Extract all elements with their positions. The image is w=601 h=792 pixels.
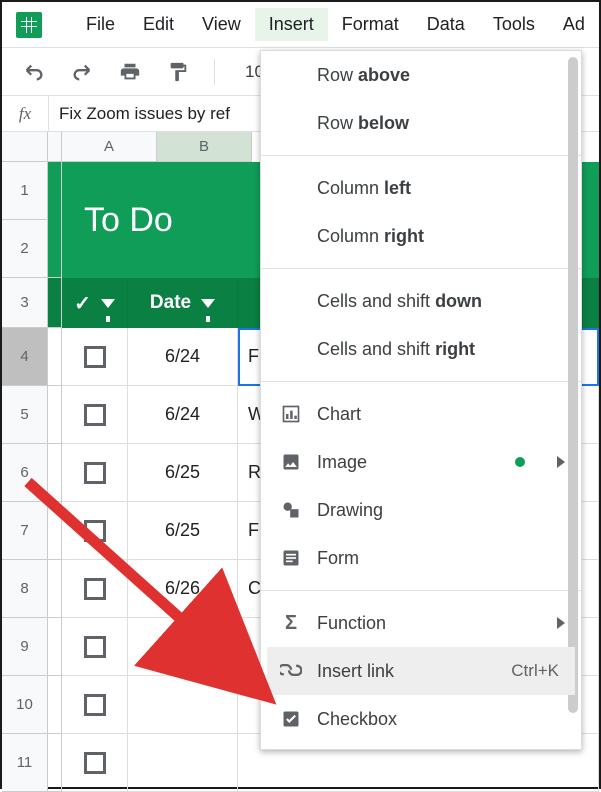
label: Cells and shift down: [317, 291, 482, 312]
checkbox-cell[interactable]: [62, 386, 128, 444]
label: Column left: [317, 178, 411, 199]
checkbox-icon[interactable]: [84, 346, 106, 368]
menu-insert[interactable]: Insert: [255, 8, 328, 41]
row-header-10[interactable]: 10: [2, 676, 48, 734]
checkbox-cell[interactable]: [62, 676, 128, 734]
image-icon: [279, 450, 303, 474]
checkbox-cell[interactable]: [62, 560, 128, 618]
drawing-icon: [279, 498, 303, 522]
sigma-icon: Σ: [279, 611, 303, 635]
checkbox-icon: [279, 707, 303, 731]
menu-image[interactable]: Image: [261, 438, 581, 486]
menu-insert-link[interactable]: Insert link Ctrl+K: [267, 647, 575, 695]
checkbox-cell[interactable]: [62, 444, 128, 502]
col-header-b[interactable]: B: [157, 132, 252, 162]
select-all-corner[interactable]: [2, 132, 48, 162]
new-feature-dot-icon: [515, 457, 525, 467]
label: Column right: [317, 226, 424, 247]
date-cell[interactable]: [128, 676, 238, 734]
checkbox-cell[interactable]: [62, 502, 128, 560]
chart-icon: [279, 402, 303, 426]
print-icon[interactable]: [118, 60, 142, 84]
label: Row above: [317, 65, 410, 86]
menu-row-below[interactable]: Row below: [261, 99, 581, 147]
row-header-6[interactable]: 6: [2, 444, 48, 502]
checkbox-icon[interactable]: [84, 520, 106, 542]
row-header-11[interactable]: 11: [2, 734, 48, 792]
checkbox-icon[interactable]: [84, 404, 106, 426]
label: Checkbox: [317, 709, 397, 730]
menu-cells-down[interactable]: Cells and shift down: [261, 277, 581, 325]
checkbox-icon[interactable]: [84, 636, 106, 658]
menu-chart[interactable]: Chart: [261, 390, 581, 438]
shortcut-label: Ctrl+K: [511, 661, 559, 681]
menu-drawing[interactable]: Drawing: [261, 486, 581, 534]
paint-format-icon[interactable]: [166, 60, 190, 84]
menu-format[interactable]: Format: [328, 8, 413, 41]
menu-checkbox[interactable]: Checkbox: [261, 695, 581, 743]
undo-icon[interactable]: [22, 60, 46, 84]
label: Drawing: [317, 500, 383, 521]
submenu-arrow-icon: [557, 617, 565, 629]
date-cell[interactable]: [128, 618, 238, 676]
checkbox-cell[interactable]: [62, 734, 128, 792]
menu-function[interactable]: Σ Function: [261, 599, 581, 647]
checkbox-icon[interactable]: [84, 752, 106, 774]
redo-icon[interactable]: [70, 60, 94, 84]
menu-edit[interactable]: Edit: [129, 8, 188, 41]
menu-file[interactable]: File: [72, 8, 129, 41]
label: Chart: [317, 404, 361, 425]
submenu-arrow-icon: [557, 456, 565, 468]
col-header-a[interactable]: A: [62, 132, 157, 162]
insert-menu-dropdown: Row above Row below Column left Column r…: [260, 50, 582, 750]
date-cell[interactable]: 6/24: [128, 386, 238, 444]
row-header-5[interactable]: 5: [2, 386, 48, 444]
menu-addons[interactable]: Ad: [549, 8, 599, 41]
menu-cells-right[interactable]: Cells and shift right: [261, 325, 581, 373]
date-header-label: Date: [150, 292, 191, 314]
label: Form: [317, 548, 359, 569]
row-header-7[interactable]: 7: [2, 502, 48, 560]
label: Function: [317, 613, 386, 634]
col-check-header[interactable]: [62, 278, 128, 328]
checkbox-icon[interactable]: [84, 462, 106, 484]
date-cell[interactable]: 6/25: [128, 444, 238, 502]
date-cell[interactable]: 6/24: [128, 328, 238, 386]
menu-data[interactable]: Data: [413, 8, 479, 41]
date-cell[interactable]: [128, 734, 238, 792]
row-header-2[interactable]: 2: [2, 220, 48, 278]
menu-tools[interactable]: Tools: [479, 8, 549, 41]
checkbox-cell[interactable]: [62, 328, 128, 386]
menu-view[interactable]: View: [188, 8, 255, 41]
sheets-logo-icon: [16, 12, 42, 38]
filter-icon[interactable]: [201, 299, 215, 308]
fx-label: fx: [2, 104, 48, 124]
link-icon: [279, 659, 303, 683]
label: Insert link: [317, 661, 394, 682]
checkmark-icon: [74, 291, 91, 316]
menu-row-above[interactable]: Row above: [261, 51, 581, 99]
label: Image: [317, 452, 367, 473]
row-header-4[interactable]: 4: [2, 328, 48, 386]
row-header-8[interactable]: 8: [2, 560, 48, 618]
checkbox-cell[interactable]: [62, 618, 128, 676]
row-header-3[interactable]: 3: [2, 278, 48, 328]
row-header-9[interactable]: 9: [2, 618, 48, 676]
menu-form[interactable]: Form: [261, 534, 581, 582]
label: Row below: [317, 113, 409, 134]
date-cell[interactable]: 6/26: [128, 560, 238, 618]
col-date-header[interactable]: Date: [128, 278, 238, 328]
row-header-1[interactable]: 1: [2, 162, 48, 220]
date-cell[interactable]: 6/25: [128, 502, 238, 560]
filter-icon[interactable]: [101, 299, 115, 308]
menu-column-left[interactable]: Column left: [261, 164, 581, 212]
menubar: File Edit View Insert Format Data Tools …: [2, 2, 599, 48]
checkbox-icon[interactable]: [84, 694, 106, 716]
form-icon: [279, 546, 303, 570]
label: Cells and shift right: [317, 339, 475, 360]
menus: File Edit View Insert Format Data Tools …: [72, 8, 599, 41]
checkbox-icon[interactable]: [84, 578, 106, 600]
menu-column-right[interactable]: Column right: [261, 212, 581, 260]
